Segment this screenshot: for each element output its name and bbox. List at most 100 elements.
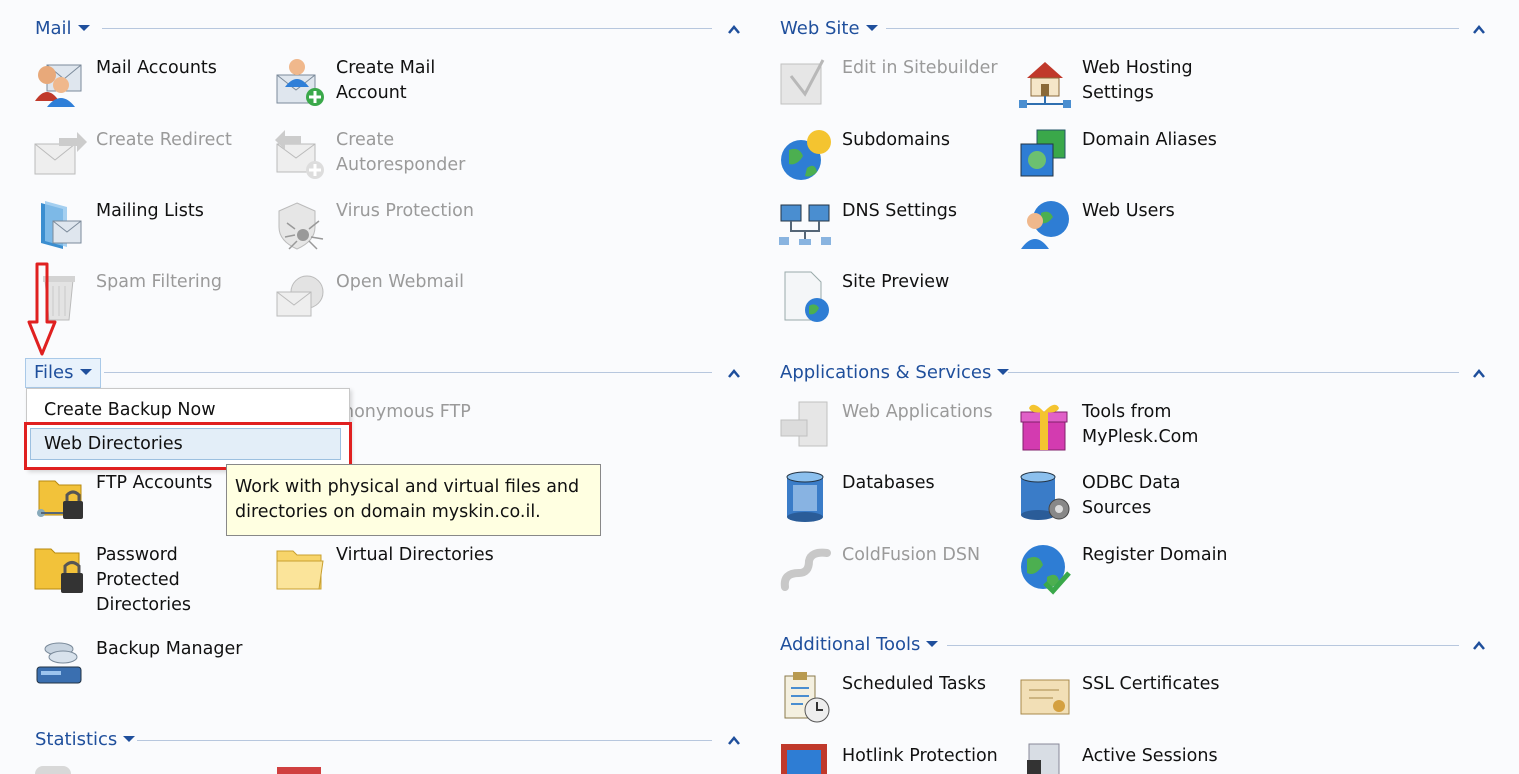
coldfusion-icon: [780, 548, 831, 591]
coldfusion-dsn-link: ColdFusion DSN: [842, 545, 981, 565]
site-preview-icon: [784, 271, 829, 322]
register-domain-item[interactable]: [1019, 543, 1073, 602]
web-hosting-settings-item[interactable]: [1019, 56, 1073, 115]
globe-icon: [781, 130, 831, 180]
section-header-web-site[interactable]: Web Site: [780, 18, 878, 40]
chevron-down-icon: [926, 641, 939, 647]
hotlink-protection-icon: [781, 744, 827, 774]
odbc-item[interactable]: [1019, 471, 1073, 530]
databases-link[interactable]: Databases: [842, 471, 935, 496]
backup-manager-link[interactable]: Backup Manager: [96, 637, 242, 662]
menu-item-web-directories[interactable]: Web Directories: [30, 428, 341, 460]
mailing-lists-link[interactable]: Mailing Lists: [96, 199, 204, 224]
virtual-directories-link[interactable]: Virtual Directories: [336, 543, 494, 568]
chevron-down-icon: [865, 25, 878, 31]
collapse-up-icon[interactable]: [727, 23, 741, 37]
open-webmail-item: [273, 270, 327, 329]
chevron-down-icon: [79, 369, 92, 375]
create-mail-account-link-line2[interactable]: Account: [336, 81, 407, 106]
section-header-apps[interactable]: Applications & Services: [780, 362, 1010, 384]
dns-network-icon: [779, 204, 831, 245]
section-title-web-site: Web Site: [780, 18, 860, 39]
subdomains-link[interactable]: Subdomains: [842, 128, 950, 153]
collapse-up-icon[interactable]: [1472, 23, 1486, 37]
site-preview-item[interactable]: [779, 270, 833, 329]
backup-manager-item[interactable]: [33, 637, 87, 696]
odbc-link-line1[interactable]: ODBC Data: [1082, 471, 1181, 496]
anonymous-ftp-link: nonymous FTP: [343, 402, 471, 422]
collapse-up-icon[interactable]: [1472, 367, 1486, 381]
section-title-mail: Mail: [35, 18, 72, 39]
section-divider: [137, 740, 712, 741]
domain-aliases-link[interactable]: Domain Aliases: [1082, 128, 1217, 153]
red-arrow-annotation-icon: [27, 262, 57, 356]
gift-box-icon: [1020, 404, 1068, 451]
create-mail-account-link-line1[interactable]: Create Mail: [336, 56, 435, 81]
section-divider: [886, 28, 1459, 29]
databases-item[interactable]: [779, 471, 833, 530]
collapse-up-icon[interactable]: [727, 734, 741, 748]
tools-myplesk-link-line2[interactable]: MyPlesk.Com: [1082, 425, 1198, 450]
mailing-lists-icon: [41, 201, 82, 249]
open-webmail-link: Open Webmail: [336, 272, 464, 292]
password-protected-directories-item[interactable]: [33, 543, 87, 602]
spam-filtering-link: Spam Filtering: [96, 272, 222, 292]
tools-myplesk-link-line1[interactable]: Tools from: [1082, 400, 1171, 425]
create-redirect-link: Create Redirect: [96, 130, 232, 150]
dns-settings-link[interactable]: DNS Settings: [842, 199, 957, 224]
password-dirs-link-line2[interactable]: Protected: [96, 568, 180, 593]
create-autoresponder-link-line1: Create: [336, 130, 395, 150]
create-autoresponder-item: [273, 128, 327, 187]
web-hosting-link-line2[interactable]: Settings: [1082, 81, 1154, 106]
register-domain-link[interactable]: Register Domain: [1082, 543, 1228, 568]
edit-sitebuilder-link: Edit in Sitebuilder: [842, 58, 998, 78]
collapse-up-icon[interactable]: [1472, 639, 1486, 653]
coldfusion-dsn-item: [779, 543, 833, 602]
dns-settings-item[interactable]: [779, 199, 833, 258]
section-header-mail[interactable]: Mail: [35, 18, 90, 40]
section-divider: [1008, 372, 1459, 373]
virtual-directories-item[interactable]: [273, 543, 327, 602]
subdomains-item[interactable]: [779, 128, 833, 187]
create-mail-account-item[interactable]: [273, 57, 327, 116]
hotlink-protection-link[interactable]: Hotlink Protection: [842, 744, 998, 769]
ssl-certificates-link[interactable]: SSL Certificates: [1082, 672, 1220, 697]
scheduled-tasks-item[interactable]: [779, 672, 833, 731]
odbc-link-line2[interactable]: Sources: [1082, 496, 1151, 521]
report-icon: [277, 767, 321, 774]
web-hosting-link-line1[interactable]: Web Hosting: [1082, 56, 1193, 81]
section-header-files[interactable]: Files: [25, 358, 101, 388]
collapse-up-icon[interactable]: [727, 367, 741, 381]
domain-aliases-icon: [1020, 129, 1066, 177]
section-title-statistics: Statistics: [35, 729, 118, 750]
active-sessions-item[interactable]: [1019, 742, 1073, 774]
mailing-lists-item[interactable]: [33, 199, 87, 258]
password-dirs-link-line1[interactable]: Password: [96, 543, 178, 568]
mail-accounts-item[interactable]: [33, 57, 87, 116]
password-dirs-link-line3[interactable]: Directories: [96, 593, 191, 618]
certificate-icon: [1020, 679, 1070, 715]
web-users-link[interactable]: Web Users: [1082, 199, 1175, 224]
site-preview-link[interactable]: Site Preview: [842, 270, 949, 295]
active-sessions-link[interactable]: Active Sessions: [1082, 744, 1218, 769]
domain-aliases-item[interactable]: [1019, 128, 1073, 187]
mail-accounts-link[interactable]: Mail Accounts: [96, 56, 217, 81]
ftp-accounts-item[interactable]: [33, 471, 87, 530]
tools-myplesk-item[interactable]: [1019, 400, 1073, 459]
scheduled-tasks-link[interactable]: Scheduled Tasks: [842, 672, 986, 697]
create-autoresponder-link-line2: Autoresponder: [336, 155, 466, 175]
open-webmail-icon: [276, 275, 324, 317]
hotlink-protection-item[interactable]: [779, 742, 833, 774]
clipboard-clock-icon: [784, 672, 830, 723]
section-header-additional-tools[interactable]: Additional Tools: [780, 634, 939, 656]
web-users-item[interactable]: [1019, 199, 1073, 258]
chevron-down-icon: [123, 736, 136, 742]
section-title-apps: Applications & Services: [780, 362, 992, 383]
folder-icon: [276, 550, 324, 590]
section-header-statistics[interactable]: Statistics: [35, 729, 136, 751]
ssl-certificates-item[interactable]: [1019, 672, 1073, 731]
database-icon: [786, 471, 824, 522]
web-users-icon: [1021, 201, 1069, 249]
ftp-accounts-link[interactable]: FTP Accounts: [96, 471, 212, 496]
section-divider: [102, 28, 712, 29]
